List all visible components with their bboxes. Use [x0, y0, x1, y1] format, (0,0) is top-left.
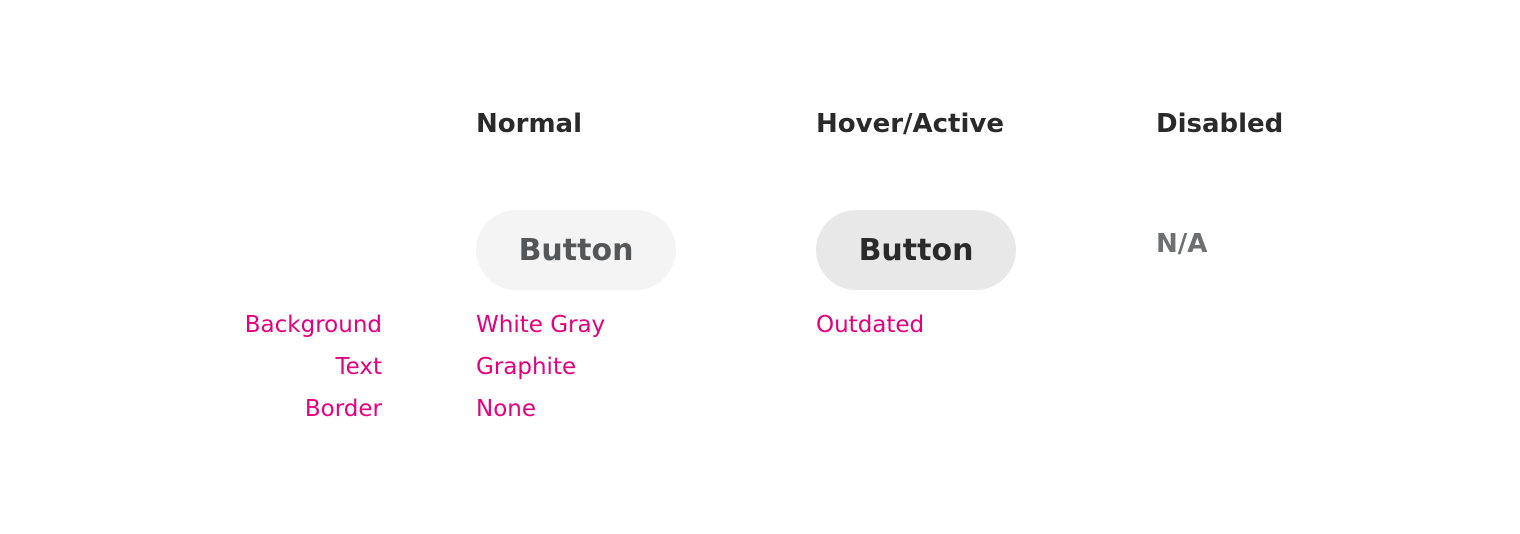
normal-background-value: White Gray — [476, 312, 606, 338]
normal-text-value: Graphite — [476, 354, 577, 380]
column-header-disabled: Disabled — [1156, 109, 1284, 139]
hover-background-value: Outdated — [816, 312, 925, 338]
hover-active-state-button[interactable]: Button — [816, 210, 1016, 290]
column-header-normal: Normal — [476, 109, 582, 139]
normal-state-button[interactable]: Button — [476, 210, 676, 290]
column-header-hover-active: Hover/Active — [816, 109, 1004, 139]
spec-label-background: Background — [244, 312, 382, 338]
spec-label-border: Border — [304, 396, 382, 422]
spec-label-text: Text — [335, 354, 382, 380]
normal-border-value: None — [476, 396, 537, 422]
disabled-not-applicable-text: N/A — [1156, 229, 1208, 259]
